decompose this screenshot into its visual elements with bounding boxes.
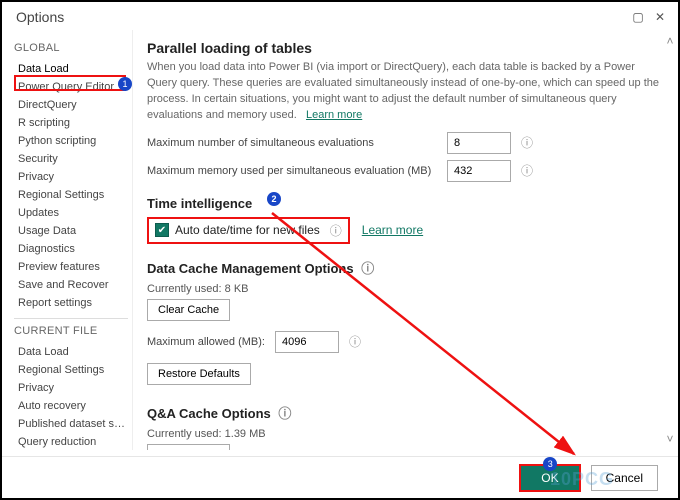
row-max-memory: Maximum memory used per simultaneous eva…: [147, 160, 662, 182]
row-datacache-max: Maximum allowed (MB): ⓘ: [147, 331, 662, 353]
info-icon[interactable]: ⓘ: [361, 261, 374, 276]
sidebar-item-power-query-editor[interactable]: Power Query Editor: [12, 78, 130, 96]
label-datacache-max: Maximum allowed (MB):: [147, 336, 265, 348]
sidebar-item-cf-published-dataset[interactable]: Published dataset set...: [12, 415, 130, 433]
heading-time-intelligence: Time intelligence 2: [147, 196, 662, 211]
annotation-badge-2: 2: [267, 192, 281, 206]
info-icon[interactable]: ⓘ: [278, 406, 291, 421]
sidebar: GLOBAL Data Load Power Query Editor Dire…: [2, 30, 132, 450]
label-datacache-current: Currently used: 8 KB: [147, 283, 662, 295]
sidebar-item-regional-settings[interactable]: Regional Settings: [12, 186, 130, 204]
row-max-evaluations: Maximum number of simultaneous evaluatio…: [147, 132, 662, 154]
checkbox-auto-datetime[interactable]: ✔ Auto date/time for new files ⓘ: [147, 217, 350, 244]
info-icon[interactable]: ⓘ: [330, 222, 342, 239]
label-auto-datetime: Auto date/time for new files: [175, 223, 320, 237]
check-icon: ✔: [155, 223, 169, 237]
main-panel: ˄ Parallel loading of tables When you lo…: [132, 30, 678, 450]
heading-parallel-loading: Parallel loading of tables: [147, 40, 662, 56]
sidebar-item-data-load[interactable]: Data Load: [12, 60, 130, 78]
input-max-evaluations[interactable]: [447, 132, 511, 154]
chevron-up-icon[interactable]: ˄: [665, 34, 675, 48]
sidebar-item-updates[interactable]: Updates: [12, 204, 130, 222]
chevron-down-icon[interactable]: ˅: [665, 432, 675, 446]
info-icon[interactable]: ⓘ: [521, 134, 533, 151]
button-clear-cache-data[interactable]: Clear Cache: [147, 299, 230, 321]
sidebar-item-privacy[interactable]: Privacy: [12, 168, 130, 186]
time-learn-more-link[interactable]: Learn more: [362, 223, 423, 237]
window-title: Options: [16, 9, 626, 25]
content: GLOBAL Data Load Power Query Editor Dire…: [2, 30, 678, 450]
annotation-badge-3: 3: [543, 457, 557, 471]
close-button[interactable]: ✕: [650, 8, 670, 26]
sidebar-item-security[interactable]: Security: [12, 150, 130, 168]
sidebar-section-current-file: CURRENT FILE: [14, 325, 130, 337]
footer: 3 OK Cancel: [2, 456, 678, 498]
sidebar-item-cf-query-reduction[interactable]: Query reduction: [12, 433, 130, 450]
sidebar-item-usage-data[interactable]: Usage Data: [12, 222, 130, 240]
input-datacache-max[interactable]: [275, 331, 339, 353]
sidebar-item-cf-data-load[interactable]: Data Load: [12, 343, 130, 361]
cancel-button[interactable]: Cancel: [591, 465, 658, 491]
heading-data-cache: Data Cache Management Options ⓘ: [147, 258, 662, 277]
sidebar-item-report-settings[interactable]: Report settings: [12, 294, 130, 312]
info-icon[interactable]: ⓘ: [349, 333, 361, 350]
sidebar-item-preview-features[interactable]: Preview features: [12, 258, 130, 276]
maximize-button[interactable]: ▢: [628, 8, 648, 26]
annotation-badge-1: 1: [118, 77, 132, 91]
sidebar-separator: [14, 318, 128, 319]
parallel-loading-description: When you load data into Power BI (via im…: [147, 60, 662, 124]
button-clear-cache-qa[interactable]: Clear Cache: [147, 444, 230, 450]
sidebar-section-global: GLOBAL: [14, 42, 130, 54]
sidebar-item-directquery[interactable]: DirectQuery: [12, 96, 130, 114]
sidebar-item-diagnostics[interactable]: Diagnostics: [12, 240, 130, 258]
sidebar-item-cf-regional-settings[interactable]: Regional Settings: [12, 361, 130, 379]
titlebar: Options ▢ ✕: [2, 2, 678, 30]
button-restore-defaults-data[interactable]: Restore Defaults: [147, 363, 251, 385]
sidebar-item-cf-privacy[interactable]: Privacy: [12, 379, 130, 397]
sidebar-item-cf-auto-recovery[interactable]: Auto recovery: [12, 397, 130, 415]
sidebar-item-python-scripting[interactable]: Python scripting: [12, 132, 130, 150]
info-icon[interactable]: ⓘ: [521, 162, 533, 179]
heading-qa-cache: Q&A Cache Options ⓘ: [147, 403, 662, 422]
sidebar-item-r-scripting[interactable]: R scripting: [12, 114, 130, 132]
sidebar-item-save-recover[interactable]: Save and Recover: [12, 276, 130, 294]
input-max-memory[interactable]: [447, 160, 511, 182]
label-max-memory: Maximum memory used per simultaneous eva…: [147, 165, 437, 177]
label-qacache-current: Currently used: 1.39 MB: [147, 428, 662, 440]
parallel-learn-more-link[interactable]: Learn more: [306, 109, 362, 121]
label-max-evaluations: Maximum number of simultaneous evaluatio…: [147, 137, 437, 149]
